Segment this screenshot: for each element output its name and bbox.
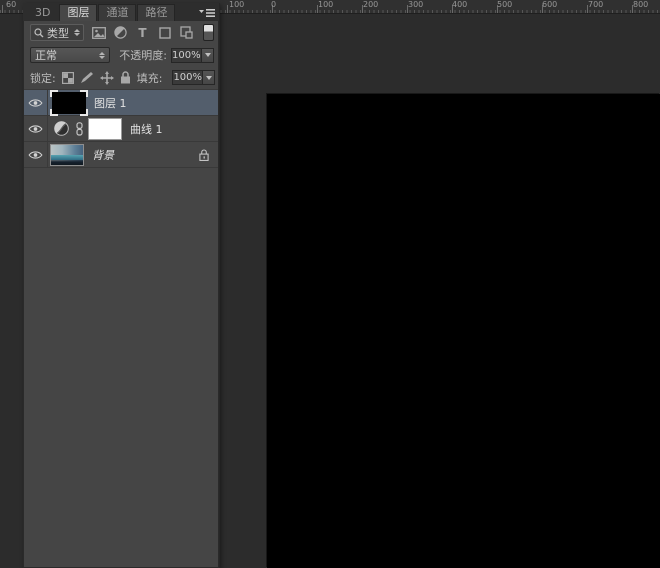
opacity-label: 不透明度: [119,49,167,62]
background-lock-icon [199,148,209,161]
blend-mode-select[interactable]: 正常 [30,47,111,63]
ruler-label: 100 [229,0,245,9]
tab-channels[interactable]: 通道 [98,4,137,21]
opacity-dropdown[interactable]: 100% [171,47,214,63]
ruler-label: 300 [408,0,424,9]
document-canvas[interactable] [267,94,660,568]
fill-value[interactable]: 100% [172,70,204,85]
visibility-toggle[interactable] [24,90,48,115]
layer-name[interactable]: 图层 1 [94,95,127,111]
smart-object-filter-icon[interactable] [179,26,194,40]
dropdown-arrows-icon [74,29,80,36]
search-icon [34,27,44,37]
ruler-label: 200 [363,0,379,9]
filter-type-dropdown[interactable]: 类型 [30,24,84,41]
visibility-toggle[interactable] [24,142,48,167]
ruler-label: 500 [497,0,513,9]
panel-tab-bar: 3D 图层 通道 路径 [23,3,219,21]
panel-menu-icon[interactable] [199,8,215,18]
eye-icon [28,98,43,107]
tab-layers[interactable]: 图层 [59,4,98,21]
layer-row-curves1[interactable]: 曲线 1 [24,116,218,142]
visibility-toggle[interactable] [24,116,48,141]
layer-thumbnail[interactable] [50,89,88,116]
fill-label: 填充: [136,71,163,85]
eye-icon [28,150,43,159]
opacity-value[interactable]: 100% [171,47,202,63]
lock-position-icon[interactable] [99,70,114,85]
filter-type-label: 类型 [47,26,69,40]
ruler-label: 100 [318,0,334,9]
ruler-label: 0 [271,0,277,9]
ruler-label: 400 [452,0,468,9]
ruler-label: 60 [6,0,17,9]
text-layer-filter-icon[interactable]: T [135,26,150,40]
layer-mask-thumbnail[interactable] [88,117,122,140]
curves-adjustment-icon[interactable] [54,121,69,136]
lock-paint-icon[interactable] [80,71,94,85]
mask-link-icon[interactable] [76,121,83,136]
fill-arrow-icon[interactable] [203,70,216,85]
tab-paths[interactable]: 路径 [137,4,176,21]
dropdown-arrows-icon [99,51,106,59]
blend-opacity-bar: 正常 不透明度: 100% [24,44,218,66]
layer-thumbnail[interactable] [50,143,84,166]
layers-panel: 3D 图层 通道 路径 类型 T 正常 不透明度: 100% 锁定: 填充: 1… [23,3,219,568]
layer-row-background[interactable]: 背景 [24,142,218,168]
photoshop-workspace: 60 100 0 100 200 300 400 500 600 700 800… [0,0,660,568]
ruler-label: 700 [588,0,604,9]
opacity-arrow-icon[interactable] [202,47,214,63]
lock-all-icon[interactable] [120,71,131,85]
adjustment-layer-filter-icon[interactable] [113,26,128,40]
ruler-label: 600 [542,0,558,9]
layer-name[interactable]: 背景 [92,147,114,163]
layer-filter-bar: 类型 T [24,21,218,44]
layer-name[interactable]: 曲线 1 [130,121,163,137]
layer-row-layer1[interactable]: 图层 1 [24,89,218,116]
shape-layer-filter-icon[interactable] [157,26,172,40]
lock-fill-bar: 锁定: 填充: 100% [24,66,218,90]
tab-3d[interactable]: 3D [27,4,58,21]
blend-mode-value: 正常 [35,49,57,62]
eye-icon [28,124,43,133]
layers-list-empty-area[interactable] [24,168,218,567]
ruler-label: 800 [633,0,649,9]
layer-filter-toggle[interactable] [203,24,214,41]
pixel-layer-filter-icon[interactable] [91,26,106,40]
fill-dropdown[interactable]: 100% [172,70,216,85]
layers-panel-body: 类型 T 正常 不透明度: 100% 锁定: 填充: 100% 图层 1 曲线 … [23,21,219,568]
lock-transparency-icon[interactable] [61,71,74,85]
lock-label: 锁定: [30,71,56,85]
